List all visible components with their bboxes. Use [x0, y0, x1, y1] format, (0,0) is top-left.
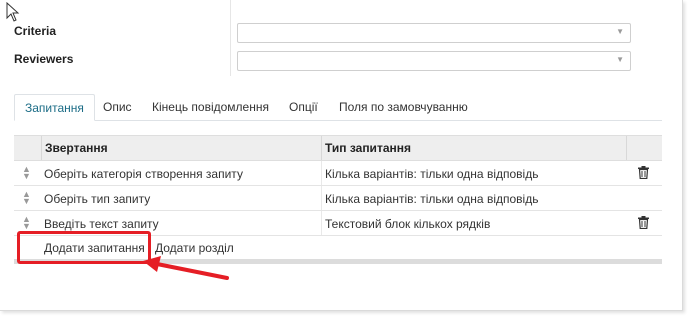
reviewers-label: Reviewers	[14, 52, 74, 66]
drag-handle-icon[interactable]: ▲ ▼	[22, 215, 31, 231]
row-type[interactable]: Кілька варіантів: тільки одна відповідь	[325, 192, 538, 206]
cell-divider	[321, 161, 322, 185]
cell-divider	[321, 186, 322, 210]
header-divider	[626, 136, 627, 160]
chevron-down-icon: ▼	[616, 55, 624, 64]
cell-divider	[321, 211, 322, 235]
drag-handle-icon[interactable]: ▲ ▼	[22, 165, 31, 181]
header-type[interactable]: Тип запитання	[325, 141, 411, 155]
tab-questions[interactable]: Запитання	[14, 94, 95, 121]
tab-description[interactable]: Опис	[93, 94, 142, 121]
column-divider	[230, 0, 231, 76]
row-prompt[interactable]: Оберіть категорія створення запиту	[44, 167, 243, 181]
table-row[interactable]: ▲ ▼ Оберіть категорія створення запиту Кі…	[14, 161, 662, 186]
tab-end-message[interactable]: Кінець повідомлення	[142, 94, 279, 121]
criteria-select[interactable]: ▼	[237, 23, 631, 43]
mouse-cursor-icon	[6, 2, 20, 22]
annotation-arrow-icon	[143, 256, 229, 280]
tab-default-fields[interactable]: Поля по замовчуванню	[329, 94, 478, 121]
row-prompt[interactable]: Оберіть тип запиту	[44, 192, 150, 206]
header-prompt[interactable]: Звертання	[45, 141, 108, 155]
criteria-label: Criteria	[14, 24, 57, 38]
row-type[interactable]: Текстовий блок кількох рядків	[325, 217, 490, 231]
tab-bar: Запитання Опис Кінець повідомлення Опції…	[14, 94, 662, 121]
trash-icon[interactable]	[638, 216, 649, 229]
row-prompt[interactable]: Введіть текст запиту	[44, 217, 159, 231]
trash-icon[interactable]	[638, 166, 649, 179]
tab-options[interactable]: Опції	[279, 94, 328, 121]
header-divider	[321, 136, 322, 160]
row-type[interactable]: Кілька варіантів: тільки одна відповідь	[325, 167, 538, 181]
annotation-highlight-box	[17, 231, 151, 264]
drag-handle-icon[interactable]: ▲ ▼	[22, 190, 31, 206]
header-divider	[41, 136, 42, 160]
reviewers-select[interactable]: ▼	[237, 51, 631, 71]
chevron-down-icon: ▼	[616, 27, 624, 36]
table-row[interactable]: ▲ ▼ Оберіть тип запиту Кілька варіантів: …	[14, 186, 662, 211]
grid-header: Звертання Тип запитання	[14, 135, 662, 161]
